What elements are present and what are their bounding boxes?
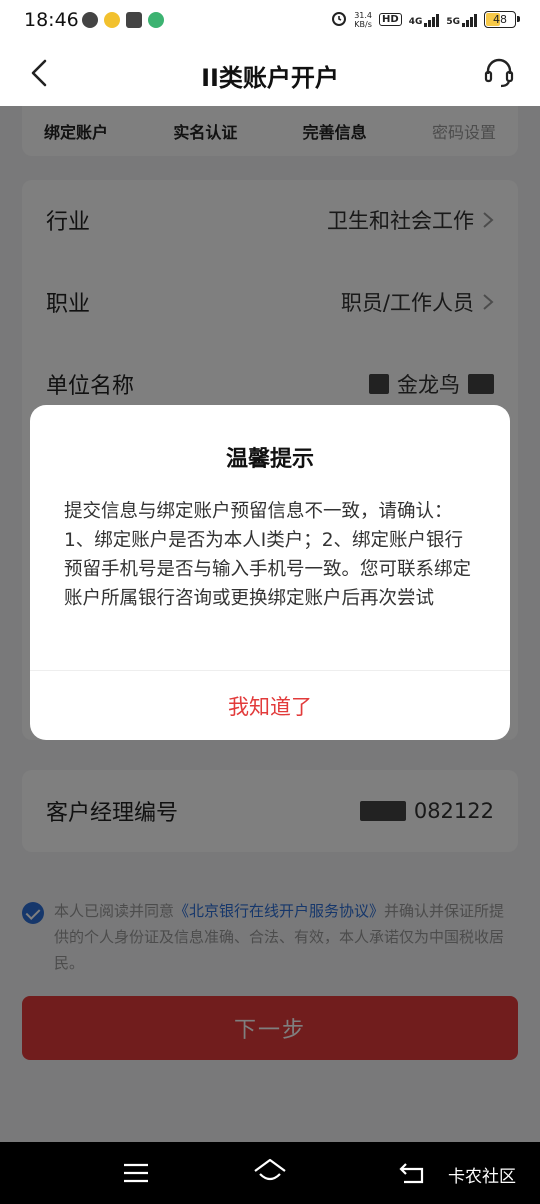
status-bar: 18:46 31.4 KB/s HD 4G 5G 48 (0, 0, 540, 42)
page-title: II类账户开户 (201, 64, 339, 92)
confirm-button[interactable]: 我知道了 (30, 671, 510, 740)
status-indicators: 31.4 KB/s HD 4G 5G 48 (331, 10, 520, 29)
back-icon[interactable] (398, 1160, 426, 1186)
network-5g: 5G (446, 13, 477, 27)
hd-badge: HD (379, 13, 402, 26)
home-icon[interactable] (252, 1156, 288, 1188)
system-nav-bar: 卡农社区 (0, 1142, 540, 1204)
battery-icon: 48 (484, 11, 520, 28)
dialog-message: 提交信息与绑定账户预留信息不一致，请确认：1、绑定账户是否为本人I类户；2、绑定… (64, 501, 472, 609)
signal-icon (424, 13, 440, 27)
customer-service-icon[interactable] (482, 56, 516, 90)
nav-bar: II类账户开户 (0, 42, 540, 106)
wallet-icon (148, 12, 164, 28)
coin-icon (104, 12, 120, 28)
mail-icon (126, 12, 142, 28)
status-time: 18:46 (24, 9, 79, 31)
notification-icons (82, 12, 164, 28)
network-4g: 4G (409, 13, 440, 27)
watermark: 卡农社区 (448, 1167, 516, 1187)
tip-dialog: 温馨提示 提交信息与绑定账户预留信息不一致，请确认：1、绑定账户是否为本人I类户… (30, 405, 510, 740)
dialog-title: 温馨提示 (225, 447, 314, 472)
net-speed: 31.4 KB/s (354, 10, 373, 29)
signal-icon (462, 13, 477, 27)
menu-icon[interactable] (122, 1162, 150, 1184)
alarm-icon (331, 10, 347, 29)
message-icon (82, 12, 98, 28)
